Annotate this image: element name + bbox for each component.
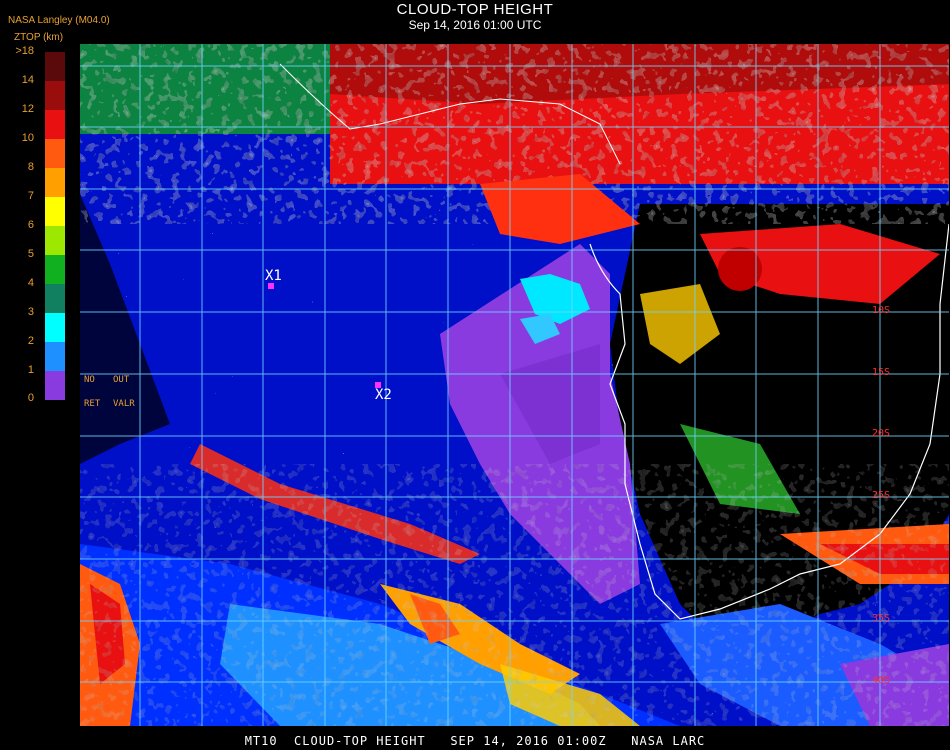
scale-tick: >18 — [15, 45, 34, 57]
scale-swatch-7 — [45, 197, 65, 226]
scale-tick: 0 — [27, 392, 34, 404]
legend-note: NO — [84, 375, 95, 385]
lat-label: 15S — [872, 367, 891, 378]
marker-x1-label: X1 — [265, 268, 282, 284]
scale-tick: 3 — [27, 306, 34, 318]
scale-tick: 4 — [27, 277, 34, 289]
scale-swatch-14 — [45, 81, 65, 110]
scale-tick: 1 — [27, 364, 34, 376]
scale-tick: 14 — [21, 74, 34, 86]
legend-note: RET — [84, 399, 101, 409]
scale-swatch-4 — [45, 284, 65, 313]
scale-tick: 5 — [27, 248, 34, 260]
lat-label: 35S — [872, 613, 891, 624]
scale-tick: 10 — [21, 132, 34, 144]
scale-swatch-2 — [45, 342, 65, 371]
marker-x2-label: X2 — [375, 387, 392, 403]
scale-tick: 12 — [21, 103, 34, 115]
scale-tick: 6 — [27, 219, 34, 231]
scale-swatch-gt18 — [45, 52, 65, 81]
brand-label: NASA Langley (M04.0) — [8, 15, 110, 26]
legend-note: OUT — [113, 375, 130, 385]
scale-swatch-3 — [45, 313, 65, 342]
scale-swatch-5 — [45, 255, 65, 284]
cloud-top-map — [80, 44, 949, 726]
lat-label: 25S — [872, 490, 891, 501]
scale-swatch-10 — [45, 139, 65, 168]
lat-label: 20S — [872, 428, 891, 439]
footer-caption: MT10 CLOUD-TOP HEIGHT SEP 14, 2016 01:00… — [244, 734, 706, 748]
scale-tick: 8 — [27, 161, 34, 173]
legend-note: VALR — [113, 399, 135, 409]
scale-swatch-zero — [45, 371, 65, 400]
map-title: CLOUD-TOP HEIGHT — [396, 1, 554, 18]
color-scale — [45, 52, 65, 400]
scale-swatch-8 — [45, 168, 65, 197]
unit-label: ZTOP (km) — [14, 32, 64, 43]
lat-label: 40S — [872, 675, 891, 686]
scale-swatch-6 — [45, 226, 65, 255]
scale-tick: 7 — [27, 190, 34, 202]
scale-swatch-12 — [45, 110, 65, 139]
map-datetime: Sep 14, 2016 01:00 UTC — [408, 18, 542, 32]
scale-tick: 2 — [27, 335, 34, 347]
lat-label: 10S — [872, 305, 891, 316]
